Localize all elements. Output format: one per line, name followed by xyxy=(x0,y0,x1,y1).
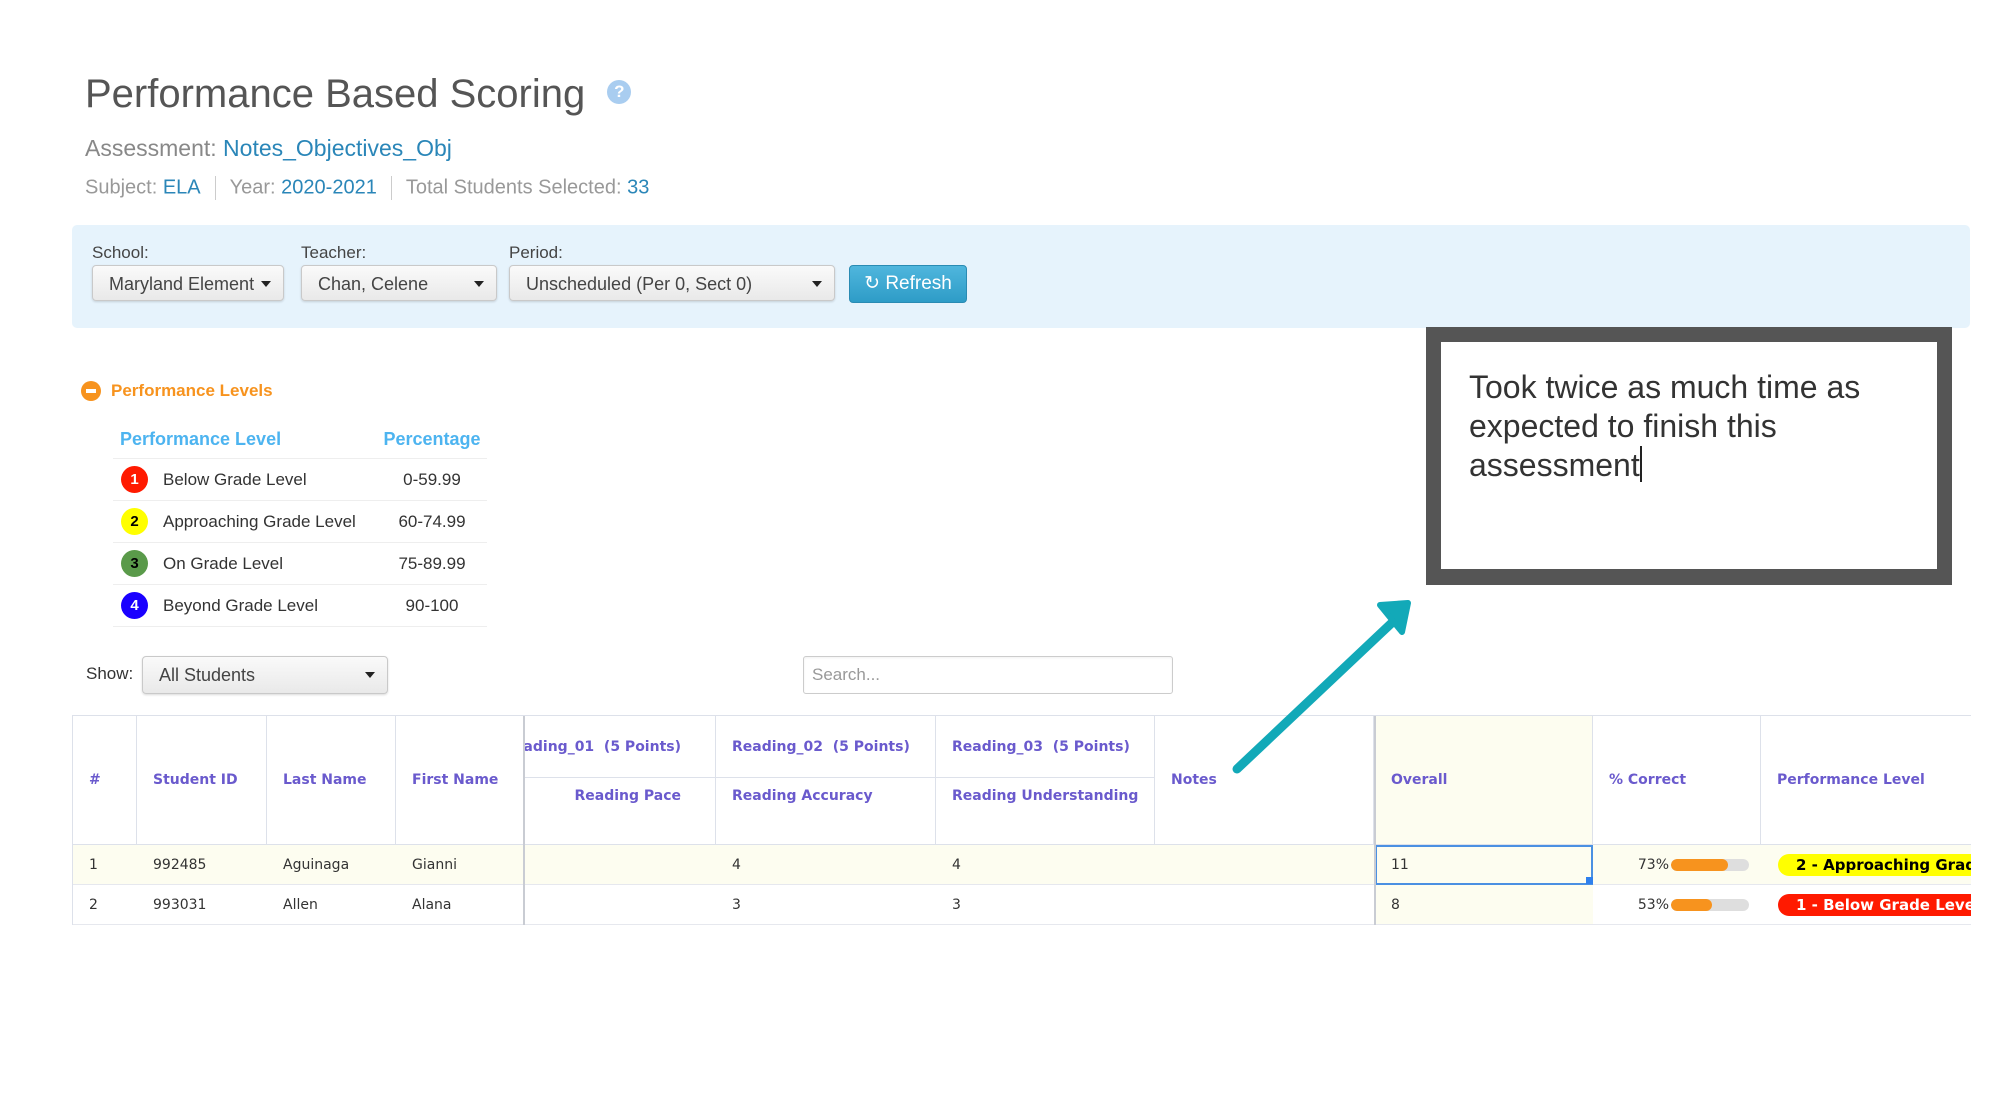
arrow-shaft xyxy=(1232,612,1403,774)
annotation-arrow-icon xyxy=(1232,600,1411,774)
